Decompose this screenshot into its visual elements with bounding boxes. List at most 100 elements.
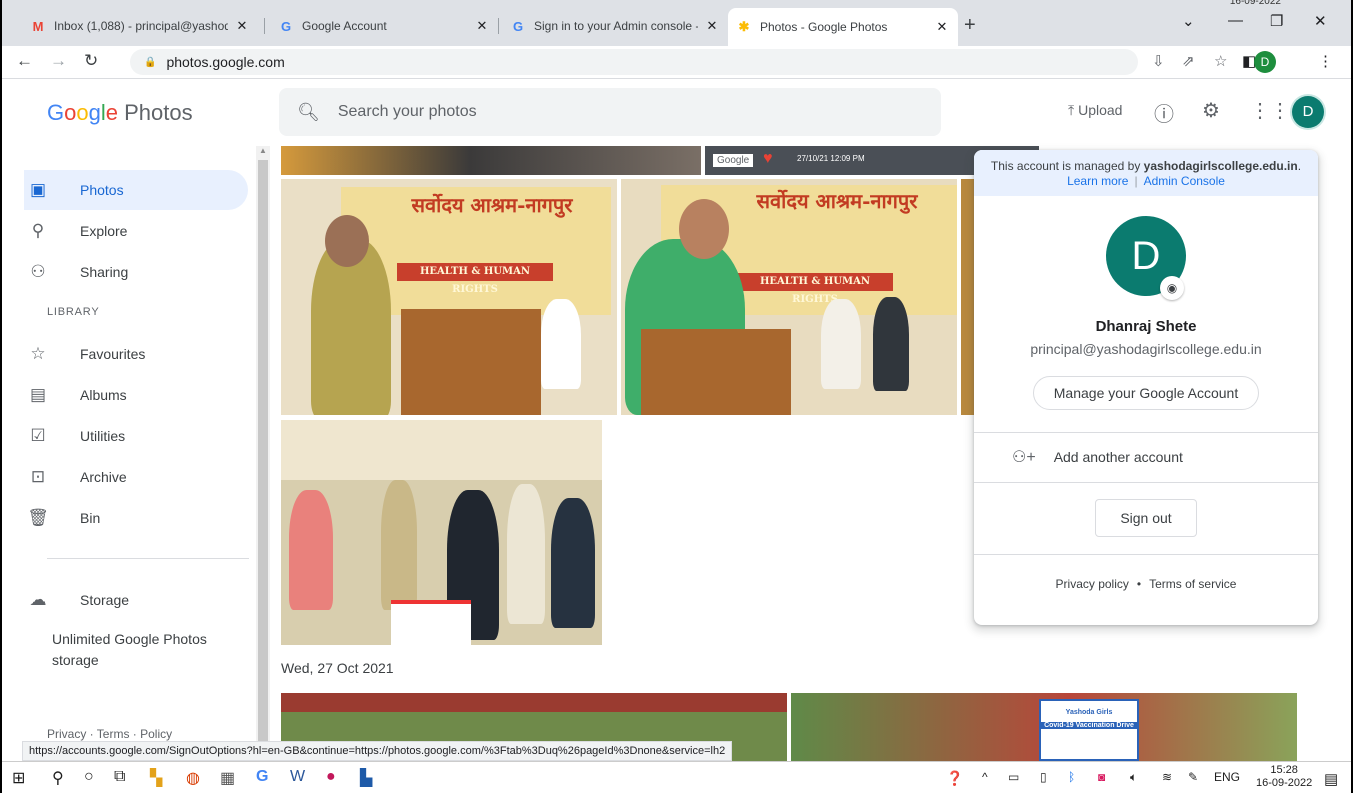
date-section-heading: Wed, 27 Oct 2021 <box>281 660 394 676</box>
close-icon[interactable]: ✕ <box>234 18 250 34</box>
photo-thumbnail[interactable] <box>961 179 975 415</box>
banner-subtitle: HEALTH & HUMAN RIGHTS <box>737 273 893 305</box>
photos-app-icon[interactable]: ▙ <box>360 768 372 788</box>
device-icon[interactable]: ▯ <box>1040 770 1047 784</box>
start-windows-icon[interactable]: ⊞ <box>12 768 25 788</box>
sidebar-item-explore[interactable]: ⚲ Explore <box>24 211 248 251</box>
help-icon[interactable]: ⓘ <box>1154 98 1174 127</box>
sidebar-item-utilities[interactable]: ☑ Utilities <box>24 416 248 456</box>
camera-icon[interactable]: ◉ <box>1160 276 1184 300</box>
wifi-icon[interactable]: ≋ <box>1162 770 1172 784</box>
app-icon[interactable]: ▚ <box>150 768 162 788</box>
restore-icon[interactable]: ❐ <box>1270 12 1283 30</box>
google-photos-logo[interactable]: Google Photos <box>47 100 193 126</box>
sidebar-item-bin[interactable]: 🗑︎ Bin <box>24 498 248 538</box>
new-tab-plus-icon[interactable]: + <box>964 14 976 37</box>
map-pin-icon: ♥ <box>763 150 773 167</box>
sidebar-item-label: Utilities <box>80 428 126 444</box>
scroll-up-arrow-icon[interactable]: ▲ <box>259 146 267 155</box>
sidebar-footer-links[interactable]: Privacy · Terms · Policy <box>47 727 172 741</box>
apps-grid-icon[interactable]: ⋮⋮ <box>1250 98 1290 123</box>
pen-icon[interactable]: ✎ <box>1188 770 1198 784</box>
photo-thumbnail[interactable]: सर्वोदय आश्रम-नागपुर HEALTH & HUMAN RIGH… <box>621 179 957 415</box>
scrollbar-thumb[interactable] <box>258 160 268 742</box>
sign-out-button[interactable]: Sign out <box>1095 499 1197 537</box>
share-icon[interactable]: ⇗ <box>1182 52 1195 70</box>
add-another-account-item[interactable]: ⚇+ Add another account <box>974 433 1318 481</box>
gmail-icon: M <box>32 18 44 34</box>
photo-thumbnail[interactable] <box>281 146 701 175</box>
photo-thumbnail[interactable] <box>281 420 602 645</box>
sidebar-item-albums[interactable]: ▤ Albums <box>24 375 248 415</box>
battery-icon[interactable]: ▭ <box>1008 770 1019 784</box>
sidebar-item-archive[interactable]: ⊡ Archive <box>24 457 248 497</box>
address-bar[interactable]: 🔒 photos.google.com <box>130 49 1138 75</box>
calculator-icon[interactable]: ▦ <box>220 768 235 788</box>
address-url: photos.google.com <box>166 54 285 70</box>
help-icon[interactable]: ❓ <box>946 770 963 787</box>
tab-google-account[interactable]: G Google Account ✕ <box>270 10 498 42</box>
sidebar-item-label: Bin <box>80 510 101 526</box>
install-app-icon[interactable]: ⇩ <box>1152 52 1165 70</box>
tab-title: Inbox (1,088) - principal@yashod <box>54 19 228 33</box>
upload-button[interactable]: ⤒ Upload <box>1068 102 1122 119</box>
search-bar[interactable]: 🔍︎ <box>279 88 941 136</box>
photo-timestamp: 27/10/21 12:09 PM <box>797 154 865 163</box>
settings-gear-icon[interactable]: ⚙ <box>1202 98 1220 123</box>
forward-arrow-icon[interactable]: → <box>50 51 67 71</box>
account-avatar[interactable]: D <box>1292 96 1324 128</box>
popup-divider <box>974 482 1318 483</box>
person-figure <box>381 480 417 610</box>
language-indicator[interactable]: ENG <box>1214 770 1240 784</box>
cortana-circle-icon[interactable]: ○ <box>84 768 94 786</box>
photo-thumbnail[interactable]: सर्वोदय आश्रम-नागपुर HEALTH & HUMAN RIGH… <box>281 179 617 415</box>
tab-gmail[interactable]: M Inbox (1,088) - principal@yashod ✕ <box>22 10 258 42</box>
close-icon[interactable]: ✕ <box>474 18 490 34</box>
tab-google-photos[interactable]: ✱ Photos - Google Photos ✕ <box>728 8 958 46</box>
photo-thumbnail[interactable]: Yashoda Girls Covid-19 Vaccination Drive <box>791 693 1297 761</box>
menu-kebab-icon[interactable]: ⋮ <box>1318 52 1333 70</box>
back-arrow-icon[interactable]: ← <box>16 51 33 71</box>
sidebar-item-sharing[interactable]: ⚇ Sharing <box>24 252 248 292</box>
chevron-up-icon[interactable]: ^ <box>982 770 988 784</box>
sidebar-item-favourites[interactable]: ☆ Favourites <box>24 334 248 374</box>
chrome-icon[interactable]: G <box>256 768 268 786</box>
sidebar-item-photos[interactable]: ▣ Photos <box>24 170 248 210</box>
search-icon[interactable]: 🔍︎ <box>297 102 320 123</box>
close-icon[interactable]: ✕ <box>934 19 950 35</box>
volume-icon[interactable]: 🔈︎ <box>1130 770 1137 785</box>
search-input[interactable] <box>337 103 898 121</box>
window-close-icon[interactable]: ✕ <box>1314 12 1327 30</box>
bluetooth-icon[interactable]: ᛒ <box>1068 770 1075 784</box>
sidebar-item-storage[interactable]: ☁ Storage <box>24 580 248 620</box>
manage-account-button[interactable]: Manage your Google Account <box>1033 376 1259 410</box>
minimize-icon[interactable]: — <box>1228 12 1243 29</box>
app-icon[interactable]: ◍ <box>186 768 200 788</box>
word-icon[interactable]: W <box>290 768 305 786</box>
terms-of-service-link[interactable]: Terms of service <box>1149 577 1236 591</box>
notification-icon[interactable]: ▤ <box>1324 770 1338 788</box>
browser-profile-avatar[interactable]: D <box>1254 51 1276 73</box>
person-figure <box>541 299 581 389</box>
learn-more-link[interactable]: Learn more <box>1067 174 1128 188</box>
privacy-policy-link[interactable]: Privacy policy <box>1056 577 1129 591</box>
lock-icon: 🔒 <box>144 56 157 68</box>
tab-search-chevron-icon[interactable]: ⌄ <box>1182 12 1195 30</box>
person-head <box>325 215 369 267</box>
bookmark-star-icon[interactable]: ☆ <box>1214 52 1227 70</box>
google-icon: G <box>512 18 524 34</box>
search-icon[interactable]: ⚲ <box>52 768 64 788</box>
person-figure <box>289 490 333 610</box>
task-view-icon[interactable]: ⧉ <box>114 768 125 786</box>
security-icon[interactable]: ◙ <box>1098 770 1105 784</box>
taskbar-clock[interactable]: 15:28 16-09-2022 <box>1256 764 1312 790</box>
tab-admin-console[interactable]: G Sign in to your Admin console - ( ✕ <box>502 10 728 42</box>
close-icon[interactable]: ✕ <box>704 18 720 34</box>
app-icon[interactable]: ● <box>326 768 336 786</box>
windows-taskbar: ⊞ ⚲ ○ ⧉ ▚ ◍ ▦ G W ● ▙ ❓ ^ ▭ ▯ ᛒ ◙ 🔈︎ ≋ ✎… <box>0 761 1353 793</box>
admin-console-link[interactable]: Admin Console <box>1144 174 1225 188</box>
tab-title: Photos - Google Photos <box>760 20 888 34</box>
person-figure <box>821 299 861 389</box>
reload-icon[interactable]: ↻ <box>84 51 98 71</box>
sidebar-scrollbar[interactable]: ▲ <box>256 146 270 746</box>
